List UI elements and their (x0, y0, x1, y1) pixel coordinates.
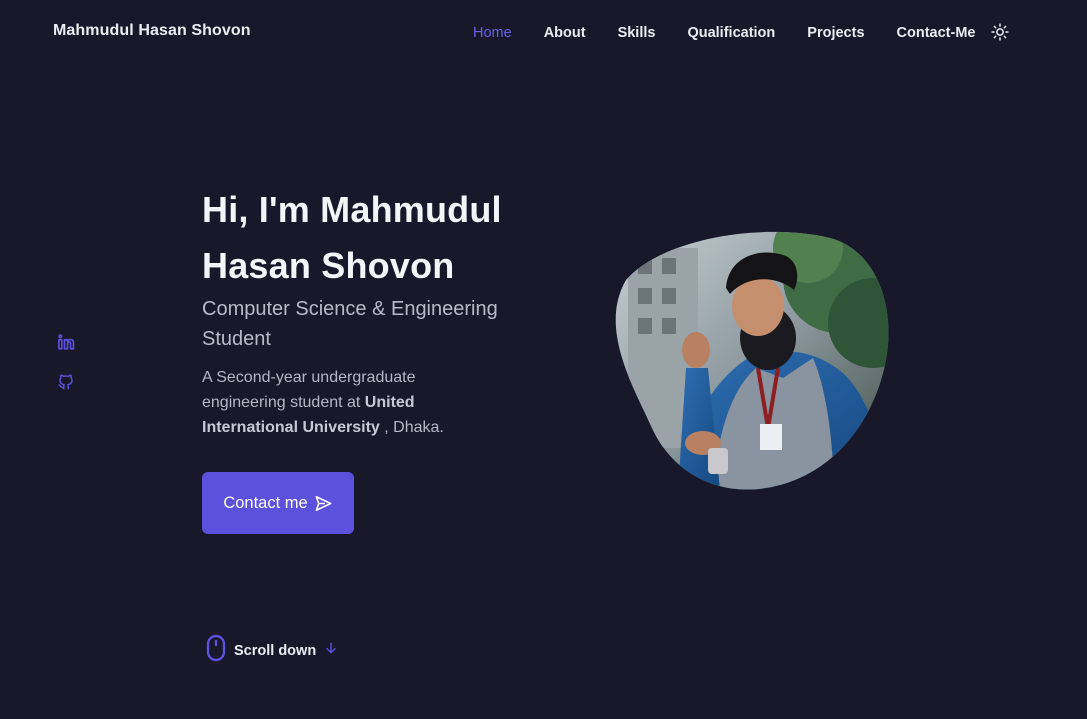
nav-item-skills[interactable]: Skills (618, 25, 656, 41)
contact-me-label: Contact me (223, 493, 308, 512)
sun-icon[interactable] (991, 23, 1010, 41)
profile-photo (608, 228, 890, 490)
nav-item-projects[interactable]: Projects (807, 25, 864, 41)
hero-subtitle: Computer Science & Engineering Student (202, 298, 498, 350)
social-links (57, 333, 75, 391)
page: Mahmudul Hasan Shovon Home About Skills … (0, 0, 1087, 719)
nav-item-qualification[interactable]: Qualification (687, 25, 775, 41)
arrow-down-icon (324, 641, 338, 660)
github-icon[interactable] (57, 373, 75, 391)
site-logo[interactable]: Mahmudul Hasan Shovon (53, 22, 251, 40)
nav-item-home[interactable]: Home (473, 25, 512, 41)
nav-item-contact-me[interactable]: Contact-Me (897, 25, 976, 41)
hero-description: A Second-year undergraduate engineering … (202, 365, 502, 440)
header: Mahmudul Hasan Shovon Home About Skills … (0, 0, 1087, 66)
scroll-down[interactable]: Scroll down (206, 634, 338, 667)
send-icon (314, 494, 333, 513)
linkedin-icon[interactable] (57, 333, 75, 351)
main-nav: Home About Skills Qualification Projects… (473, 23, 1010, 41)
scroll-down-label: Scroll down (234, 642, 317, 659)
mouse-icon (206, 634, 226, 667)
contact-me-button[interactable]: Contact me (202, 472, 354, 534)
hero-description-suffix: , Dhaka. (379, 419, 444, 436)
nav-item-about[interactable]: About (544, 25, 586, 41)
hero-title: Hi, I'm Mahmudul Hasan Shovon (202, 189, 502, 286)
